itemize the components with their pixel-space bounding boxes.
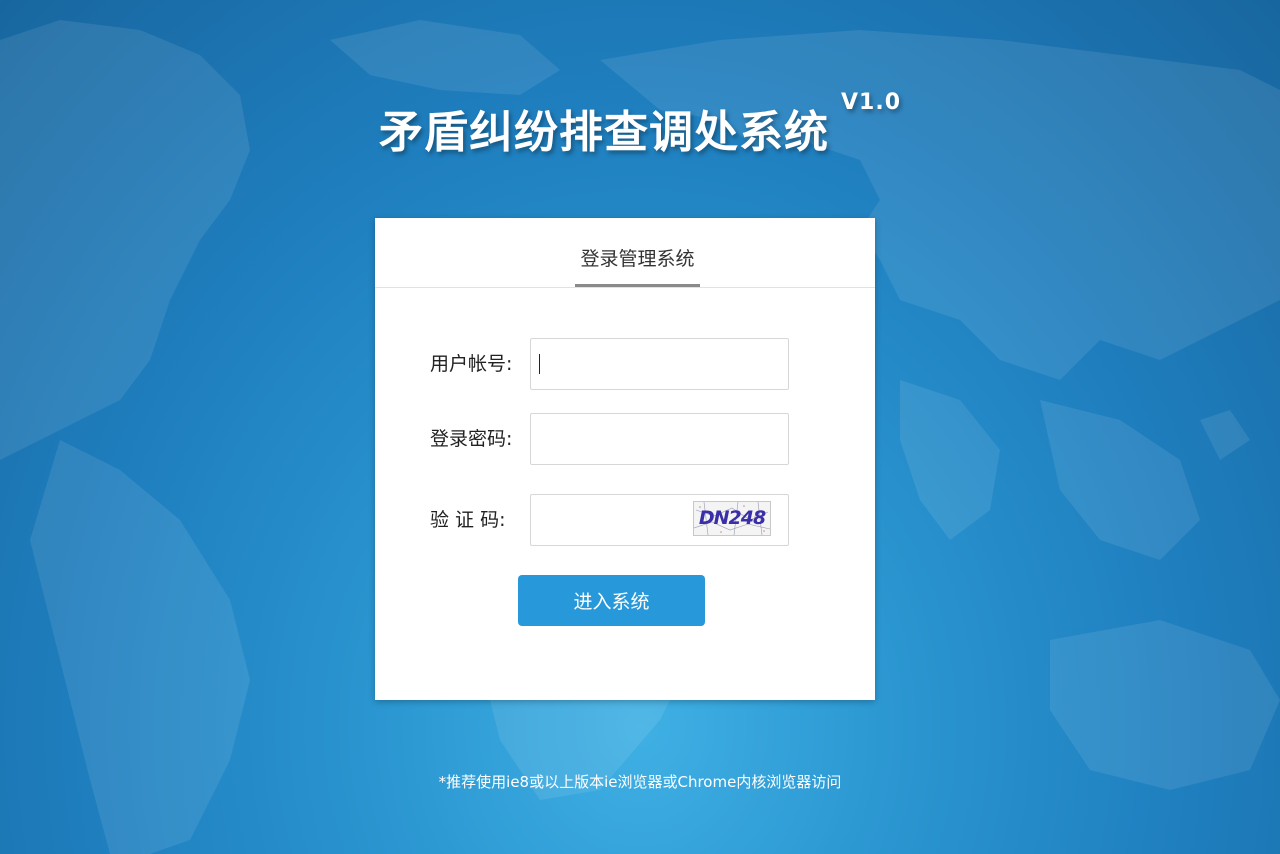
login-submit-button[interactable]: 进入系统 [518, 575, 705, 626]
captcha-image[interactable]: DN248 [693, 501, 771, 536]
browser-recommendation-note: *推荐使用ie8或以上版本ie浏览器或Chrome内核浏览器访问 [438, 773, 842, 791]
tab-login[interactable]: 登录管理系统 [575, 244, 700, 287]
password-label: 登录密码: [430, 428, 513, 450]
login-card-header: 登录管理系统 [375, 218, 875, 288]
login-card: 登录管理系统 用户帐号: 登录密码: 验 证 码: DN248 进入系统 [375, 218, 875, 700]
password-row: 登录密码: [375, 413, 875, 465]
captcha-label: 验 证 码: [430, 509, 506, 531]
username-input[interactable] [530, 338, 789, 390]
captcha-code: DN248 [698, 507, 766, 529]
username-row: 用户帐号: [375, 338, 875, 390]
password-input[interactable] [530, 413, 789, 465]
text-caret [539, 354, 540, 374]
username-label: 用户帐号: [430, 353, 513, 375]
login-page: 矛盾纠纷排查调处系统 V1.0 登录管理系统 用户帐号: 登录密码: 验 证 码: [0, 0, 1280, 854]
app-version: V1.0 [841, 90, 901, 115]
captcha-row: 验 证 码: DN248 [375, 494, 875, 546]
app-title-text: 矛盾纠纷排查调处系统 [379, 107, 829, 158]
app-title: 矛盾纠纷排查调处系统 V1.0 [0, 90, 1280, 160]
